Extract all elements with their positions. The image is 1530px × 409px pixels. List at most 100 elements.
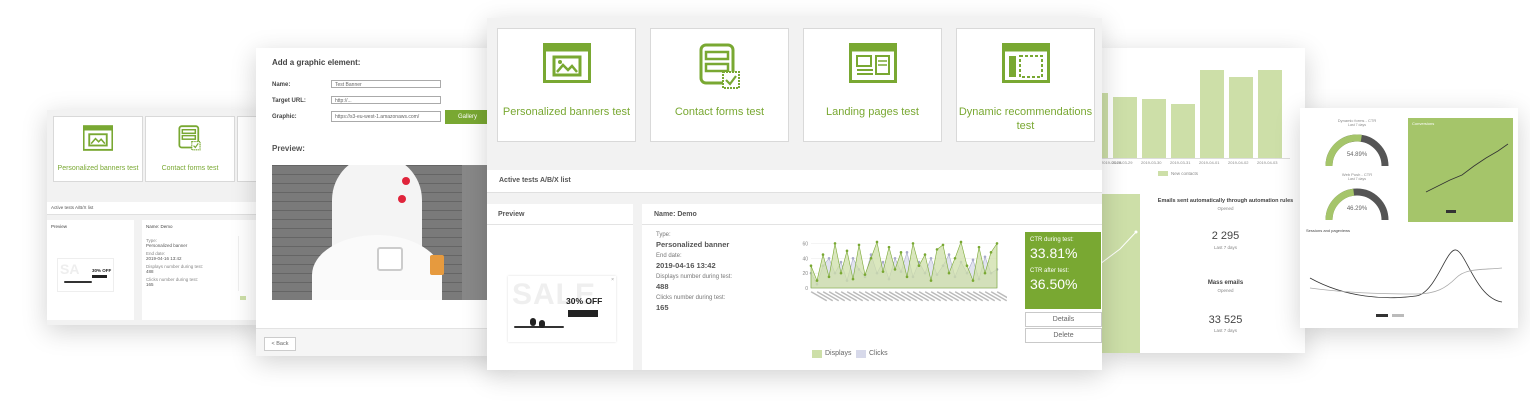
displays-area-point: [929, 279, 933, 282]
legend-displays-swatch: [812, 350, 822, 358]
graphic-input[interactable]: https://s3-eu-west-1.amazonaws.com/: [331, 111, 441, 122]
clicks-area-point: [983, 255, 987, 259]
clicks-label: Clicks number during test:: [656, 295, 726, 301]
ctr-box: CTR during test: 33.81% CTR after test: …: [1025, 232, 1101, 309]
left-preview-title: Preview: [51, 224, 68, 229]
left-list-header: Active tests A/B/X list: [47, 202, 267, 215]
clicks-area-point: [929, 256, 933, 260]
banner-icon: [83, 125, 113, 151]
y-tick: 40: [802, 256, 808, 262]
back-button[interactable]: < Back: [264, 337, 296, 351]
displays-area-point: [821, 253, 825, 256]
active-tests-header: Active tests A/B/X list: [487, 170, 1102, 193]
gauge2-value: 46.29%: [1346, 206, 1368, 212]
contacts-bar-4: [1200, 70, 1224, 158]
left-tile-forms-label: Contact forms test: [161, 165, 219, 172]
mass-emails-period: Last 7 days: [1213, 328, 1237, 333]
left-type-value: Personalized banner: [146, 243, 188, 248]
displays-label: Displays number during test:: [656, 274, 733, 280]
displays-area-point: [917, 264, 921, 268]
tile-landing-pages[interactable]: Landing pages test: [803, 28, 942, 142]
mass-emails-value: 33 525: [1208, 314, 1243, 326]
ctr-after-value: 36.50%: [1030, 276, 1078, 292]
end-date-label: End date:: [656, 253, 682, 259]
tile-contact-forms[interactable]: Contact forms test: [650, 28, 789, 142]
left-displays-label: Displays number during test:: [146, 264, 204, 269]
sessions-chart: Sessions and pageviews: [1306, 228, 1518, 324]
clicks-area-point: [827, 256, 831, 260]
left-details-box: Name: Demo Type: Personalized banner End…: [142, 220, 267, 320]
contacts-emails-panel: 2019-03-28 2019-03-29 2019-03-30 2019-03…: [1100, 48, 1305, 353]
contacts-bar-2: [1142, 99, 1166, 158]
target-url-input[interactable]: http://...: [331, 96, 441, 104]
y-tick: 60: [802, 241, 808, 247]
type-value: Personalized banner: [656, 240, 730, 249]
test-name: Name: Demo: [654, 211, 697, 218]
bar-label-6: 2019-04-03: [1257, 160, 1278, 165]
left-dashboard-panel: Personalized banners test Contact forms …: [47, 110, 267, 325]
clicks-area-point: [851, 256, 855, 260]
displays-area-point: [827, 275, 831, 279]
displays-area-point: [839, 271, 843, 275]
gallery-button[interactable]: Gallery: [445, 110, 490, 124]
displays-area-point: [953, 256, 957, 260]
bar-label-5: 2019-04-02: [1228, 160, 1249, 165]
tile-personalized-banners[interactable]: Personalized banners test: [497, 28, 636, 142]
mass-emails-sub: Opened: [1217, 288, 1234, 293]
bar-label-2: 2019-03-30: [1141, 160, 1162, 165]
clicks-area-point: [839, 260, 843, 264]
form-icon: [178, 125, 201, 151]
earbud-right: [539, 320, 545, 328]
side-chart: [1100, 194, 1140, 353]
preview-header: Preview: [487, 204, 633, 225]
conversions-line: [1425, 143, 1509, 213]
bar-label-4: 2019-04-01: [1199, 160, 1220, 165]
landing-page-icon: [848, 43, 897, 83]
displays-area-point: [965, 264, 969, 268]
banner-preview: SALE 30% OFF ×: [508, 276, 616, 342]
legend-displays: Displays: [825, 350, 852, 357]
displays-area-point: [995, 242, 999, 245]
contacts-bar-1: [1113, 97, 1137, 158]
displays-area-point: [869, 256, 873, 260]
end-date-value: 2019-04-16 13:42: [656, 261, 716, 270]
clicks-value: 165: [656, 303, 669, 312]
clicks-area-point: [971, 258, 975, 262]
gauge1: [1325, 134, 1389, 167]
displays-area-point: [935, 248, 939, 251]
contacts-bar-6: [1258, 70, 1282, 158]
displays-area-point: [959, 240, 963, 244]
left-banner-thumb: SA 30% OFF: [57, 258, 114, 292]
legend-swatch: [1158, 171, 1168, 176]
tile-contact-forms-label: Contact forms test: [674, 106, 765, 118]
displays-area-point: [851, 277, 855, 281]
displays-area-point: [893, 268, 897, 271]
displays-clicks-chart: 0 20 40 60: [802, 240, 1007, 302]
left-tile-banners[interactable]: Personalized banners test: [53, 116, 143, 182]
main-panel: Personalized banners test Contact forms …: [487, 18, 1102, 370]
sessions-title: Sessions and pageviews: [1306, 228, 1351, 233]
name-label: Name:: [272, 82, 291, 88]
displays-area-point: [809, 264, 813, 268]
delete-button[interactable]: Delete: [1025, 328, 1102, 343]
displays-area-point: [905, 275, 909, 279]
banner-button: [568, 310, 598, 317]
displays-area-point: [881, 270, 885, 273]
clicks-area-point: [947, 253, 951, 256]
banner-close-icon: ×: [611, 277, 614, 283]
clicks-area-point: [881, 260, 885, 264]
gauge2-sub: Last 7 days: [1348, 177, 1366, 181]
displays-area-point: [923, 253, 927, 256]
ctr-during-value: 33.81%: [1030, 245, 1078, 261]
left-clicks-value: 165: [146, 282, 154, 287]
name-input[interactable]: Test Banner: [331, 80, 441, 88]
active-tests-title: Active tests A/B/X list: [499, 177, 571, 184]
details-button[interactable]: Details: [1025, 312, 1102, 327]
auto-emails-card: Emails sent automatically through automa…: [1146, 194, 1305, 268]
auto-emails-period: Last 7 days: [1213, 245, 1237, 250]
displays-area-point: [815, 279, 819, 282]
preview-title: Preview: [498, 211, 525, 218]
left-tile-forms[interactable]: Contact forms test: [145, 116, 235, 182]
tile-dynamic-recommendations[interactable]: Dynamic recommendations test: [956, 28, 1095, 142]
gauge2: [1325, 188, 1389, 221]
